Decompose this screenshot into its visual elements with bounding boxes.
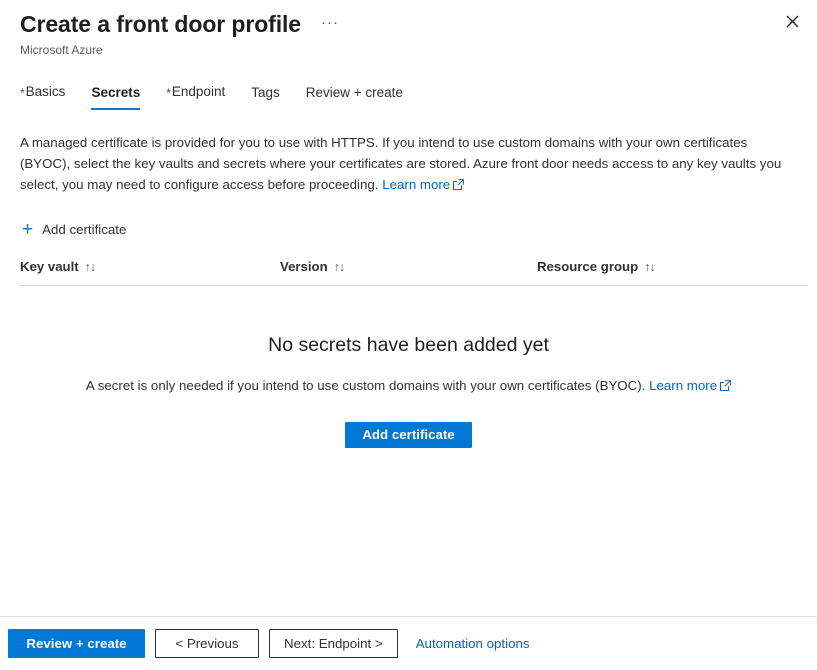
more-options-icon[interactable]: ··· — [317, 12, 343, 38]
column-header-version-label: Version — [280, 259, 328, 274]
sort-icon[interactable]: ↑↓ — [644, 260, 655, 274]
external-link-icon — [453, 175, 465, 196]
title-row: Create a front door profile ··· — [20, 10, 797, 38]
page-title: Create a front door profile — [20, 11, 301, 37]
learn-more-link[interactable]: Learn more — [382, 177, 450, 192]
empty-state-add-certificate-button[interactable]: Add certificate — [345, 422, 472, 448]
empty-state-subtitle: A secret is only needed if you intend to… — [20, 376, 797, 397]
tab-basics-label: Basics — [25, 84, 66, 99]
wizard-footer: Review + create < Previous Next: Endpoin… — [0, 616, 817, 670]
next-endpoint-button[interactable]: Next: Endpoint > — [269, 629, 398, 658]
add-certificate-command[interactable]: + Add certificate — [20, 218, 132, 241]
tab-tags[interactable]: Tags — [251, 84, 280, 110]
automation-options-link[interactable]: Automation options — [416, 636, 530, 651]
empty-state-subtitle-text: A secret is only needed if you intend to… — [85, 378, 646, 393]
wizard-tabs: *Basics Secrets *Endpoint Tags Review + … — [0, 80, 817, 110]
tab-basics[interactable]: *Basics — [20, 83, 65, 110]
secrets-description: A managed certificate is provided for yo… — [0, 132, 817, 196]
table-header-row: Key vault ↑↓ Version ↑↓ Resource group ↑↓ — [20, 255, 808, 286]
add-certificate-command-label: Add certificate — [42, 222, 127, 237]
empty-state-learn-more-link[interactable]: Learn more — [649, 378, 717, 393]
tab-secrets-label: Secrets — [91, 85, 141, 100]
tab-review-create[interactable]: Review + create — [306, 84, 403, 110]
tab-endpoint[interactable]: *Endpoint — [166, 83, 225, 110]
column-header-resource-group[interactable]: Resource group ↑↓ — [537, 255, 808, 286]
empty-state: No secrets have been added yet A secret … — [0, 332, 817, 448]
column-header-key-vault[interactable]: Key vault ↑↓ — [20, 255, 280, 286]
column-header-key-vault-label: Key vault — [20, 259, 79, 274]
secrets-table: Key vault ↑↓ Version ↑↓ Resource group ↑↓ — [20, 255, 808, 286]
tab-secrets[interactable]: Secrets — [91, 84, 140, 110]
empty-state-title: No secrets have been added yet — [268, 334, 549, 356]
blade-header: Create a front door profile ··· Microsof… — [0, 0, 817, 58]
secrets-table-header: Key vault ↑↓ Version ↑↓ Resource group ↑↓ — [20, 255, 808, 286]
page-subtitle: Microsoft Azure — [20, 43, 103, 57]
review-create-button[interactable]: Review + create — [8, 629, 145, 658]
secrets-command-bar: + Add certificate — [0, 218, 817, 241]
required-asterisk-icon: * — [166, 86, 171, 100]
previous-button[interactable]: < Previous — [155, 629, 259, 658]
close-icon[interactable] — [779, 8, 805, 34]
tab-review-create-label: Review + create — [305, 85, 403, 100]
tab-endpoint-label: Endpoint — [171, 84, 226, 99]
sort-icon[interactable]: ↑↓ — [334, 260, 345, 274]
external-link-icon — [720, 377, 731, 397]
secrets-table-wrapper: Key vault ↑↓ Version ↑↓ Resource group ↑↓ — [0, 255, 817, 286]
plus-icon: + — [22, 218, 34, 240]
sort-icon[interactable]: ↑↓ — [85, 260, 96, 274]
tab-tags-label: Tags — [251, 85, 280, 100]
required-asterisk-icon: * — [20, 86, 25, 100]
column-header-resource-group-label: Resource group — [537, 259, 639, 274]
column-header-version[interactable]: Version ↑↓ — [280, 255, 537, 286]
